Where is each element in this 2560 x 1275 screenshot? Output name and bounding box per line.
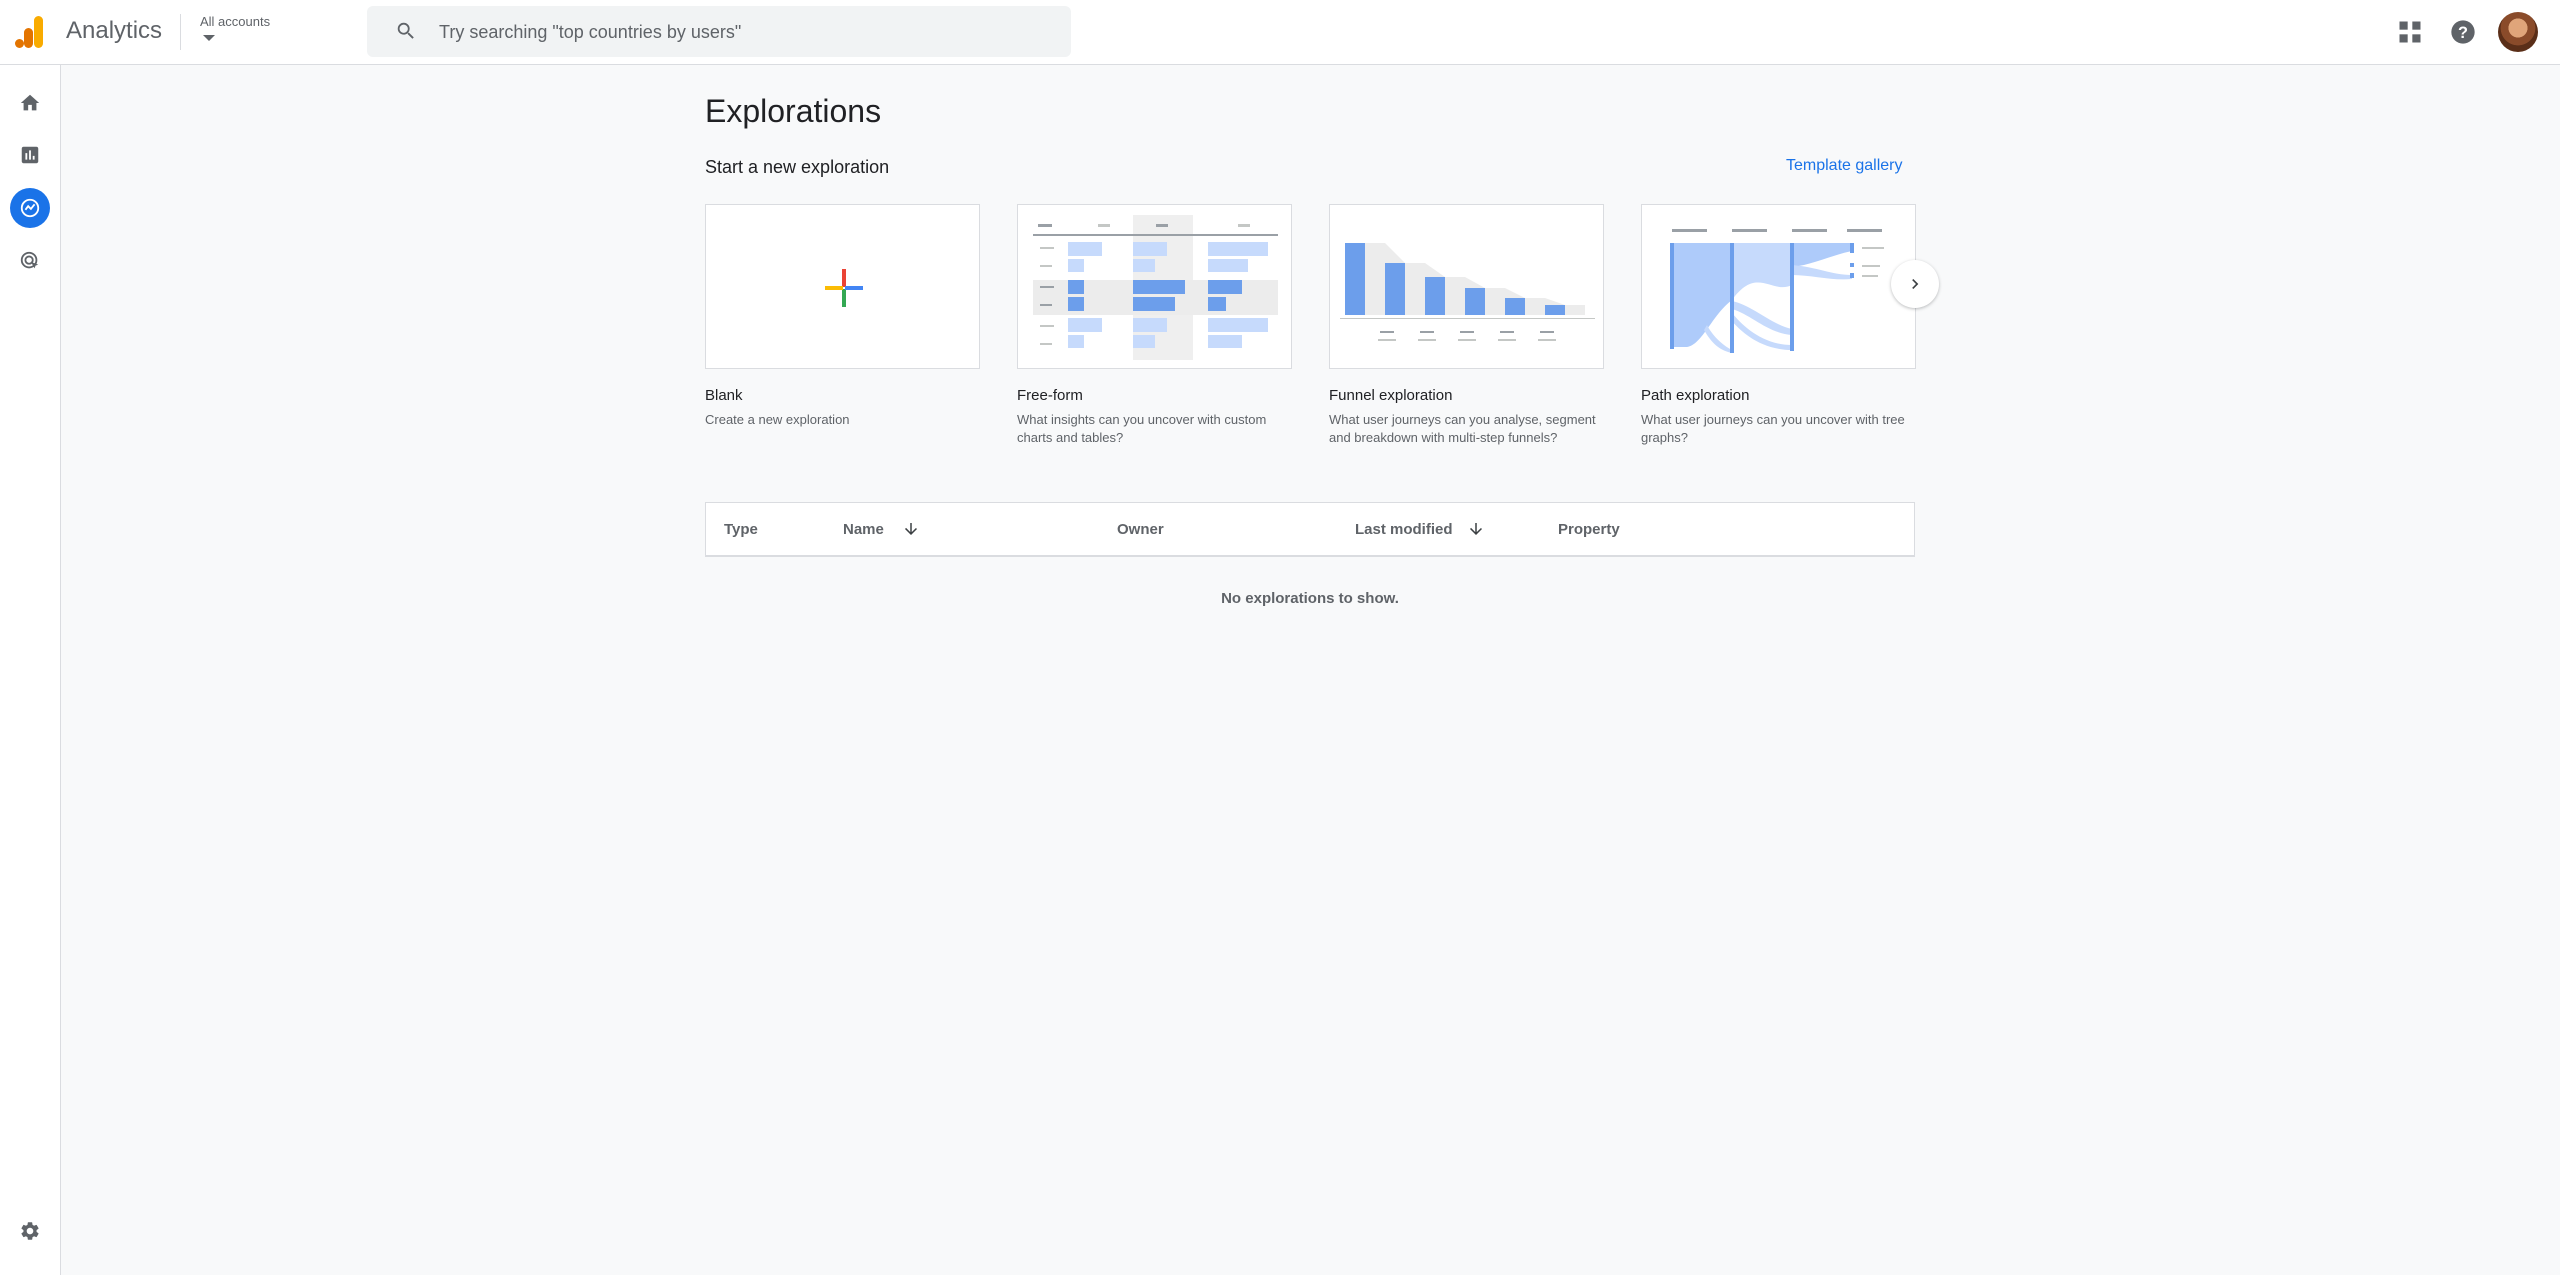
- nav-home[interactable]: [10, 83, 50, 123]
- nav-advertising[interactable]: [10, 241, 50, 281]
- new-exploration-label: Start a new exploration: [705, 157, 890, 177]
- account-avatar[interactable]: [2498, 12, 2538, 52]
- template-name[interactable]: Blank: [705, 387, 743, 404]
- side-navigation: [0, 65, 61, 1275]
- svg-text:?: ?: [2458, 24, 2468, 42]
- path-thumbnail: [1670, 229, 1884, 353]
- explorations-table-header: Type Name Owner Last modified Property: [705, 502, 1915, 557]
- app-title: Analytics: [66, 17, 163, 44]
- search-bar[interactable]: [367, 6, 1071, 57]
- nav-explore[interactable]: [10, 188, 50, 228]
- template-description: What user journeys can you analyse, segm…: [1329, 412, 1596, 445]
- analytics-logo-icon[interactable]: [14, 14, 46, 50]
- funnel-template-card[interactable]: [1329, 204, 1604, 369]
- template-description: Create a new exploration: [705, 412, 850, 427]
- advertising-icon: [20, 251, 39, 269]
- apps-grid-icon[interactable]: [2396, 18, 2424, 46]
- nav-settings[interactable]: [10, 1211, 50, 1251]
- account-dropdown-icon[interactable]: [203, 35, 215, 41]
- account-selector-label[interactable]: All accounts: [200, 14, 270, 29]
- column-type[interactable]: Type: [724, 521, 758, 538]
- template-name[interactable]: Path exploration: [1641, 387, 1749, 404]
- page-title: Explorations: [705, 93, 882, 129]
- settings-icon: [21, 1222, 39, 1240]
- template-gallery-link[interactable]: Template gallery: [1786, 157, 1903, 175]
- funnel-thumbnail: [1340, 243, 1595, 341]
- free-form-template-card[interactable]: [1017, 204, 1292, 369]
- arrow-down-icon[interactable]: [1467, 520, 1485, 538]
- free-form-thumbnail: [1033, 215, 1278, 360]
- arrow-down-icon[interactable]: [902, 520, 920, 538]
- template-description: What insights can you uncover with custo…: [1017, 412, 1267, 445]
- reports-icon: [21, 146, 39, 164]
- explore-icon: [20, 198, 40, 218]
- template-name[interactable]: Funnel exploration: [1329, 387, 1452, 404]
- path-template-card[interactable]: [1641, 204, 1916, 369]
- column-last-modified[interactable]: Last modified: [1355, 521, 1453, 538]
- search-input[interactable]: [437, 14, 1041, 50]
- template-description: What user journeys can you uncover with …: [1641, 412, 1905, 445]
- home-icon: [20, 94, 40, 111]
- column-name[interactable]: Name: [843, 521, 884, 538]
- nav-reports[interactable]: [10, 135, 50, 175]
- chevron-right-icon: [1912, 279, 1919, 289]
- header-divider: [180, 14, 181, 50]
- search-icon: [397, 22, 414, 39]
- help-icon[interactable]: ?: [2449, 18, 2477, 46]
- top-app-bar: Analytics All accounts ?: [0, 0, 2560, 65]
- plus-icon: [825, 269, 863, 307]
- next-templates-button[interactable]: [1891, 260, 1939, 308]
- empty-state-message: No explorations to show.: [1221, 590, 1399, 607]
- template-name[interactable]: Free-form: [1017, 387, 1083, 404]
- blank-template-card[interactable]: [705, 204, 980, 369]
- column-property[interactable]: Property: [1558, 521, 1620, 538]
- column-owner[interactable]: Owner: [1117, 521, 1164, 538]
